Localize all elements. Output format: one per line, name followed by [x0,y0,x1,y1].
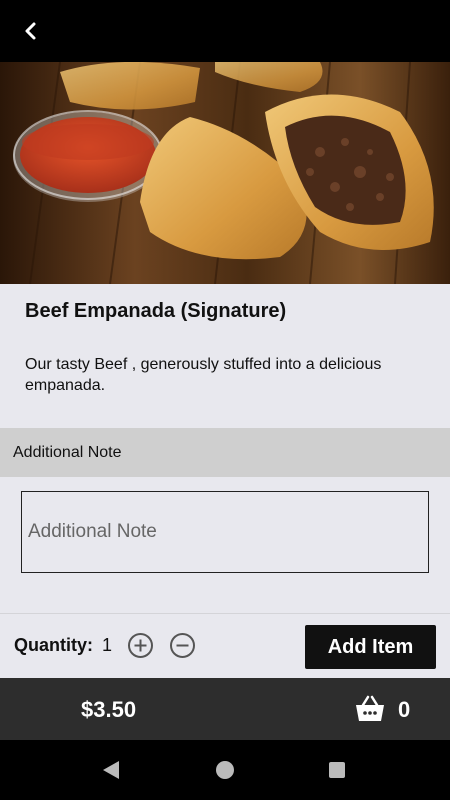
product-description: Our tasty Beef , generously stuffed into… [25,356,382,394]
additional-note-section [0,477,450,613]
top-app-bar [0,0,450,62]
circle-home-icon[interactable] [214,759,236,781]
cart-footer: $3.50 0 [0,678,450,740]
system-nav-bar [0,740,450,800]
additional-note-label: Additional Note [13,444,122,461]
quantity-value: 1 [102,635,113,655]
chevron-left-icon [25,22,36,40]
cart-count: 0 [398,697,411,722]
add-item-button[interactable]: Add Item [305,625,436,669]
product-title: Beef Empanada (Signature) [25,300,287,322]
product-image [0,62,450,284]
total-price: $3.50 [81,697,137,722]
plus-circle-icon[interactable] [127,632,154,659]
product-details: Beef Empanada (Signature) Our tasty Beef… [0,284,450,428]
quantity-label: Quantity: [14,635,93,655]
back-button[interactable] [14,14,48,48]
quantity-bar: Quantity: 1 Add Item [0,613,450,678]
additional-note-input[interactable] [21,491,429,573]
additional-note-header: Additional Note [0,428,450,477]
square-recent-icon[interactable] [326,759,348,781]
basket-icon[interactable] [354,695,386,723]
triangle-back-icon[interactable] [100,759,122,781]
minus-circle-icon[interactable] [169,632,196,659]
